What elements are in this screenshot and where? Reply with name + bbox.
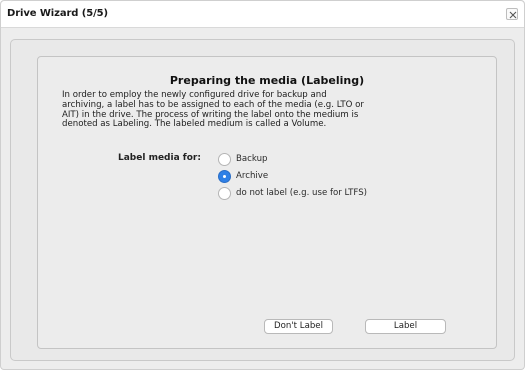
radio-archive[interactable] <box>218 170 231 183</box>
close-button[interactable] <box>506 8 518 20</box>
close-icon <box>509 11 517 19</box>
drive-wizard-window: Drive Wizard (5/5) Preparing the media (… <box>0 0 525 370</box>
radio-do-not-label-label[interactable]: do not label (e.g. use for LTFS) <box>236 188 367 198</box>
label-button[interactable]: Label <box>365 319 446 334</box>
radio-backup[interactable] <box>218 153 231 166</box>
description-text: In order to employ the newly configured … <box>62 90 364 130</box>
radio-archive-label[interactable]: Archive <box>236 171 268 181</box>
radio-do-not-label[interactable] <box>218 187 231 200</box>
title-bar: Drive Wizard (5/5) <box>1 1 524 28</box>
dont-label-button[interactable]: Don't Label <box>264 319 333 334</box>
window-title: Drive Wizard (5/5) <box>7 8 108 19</box>
label-media-for-label: Label media for: <box>118 153 201 163</box>
wizard-content-panel: Preparing the media (Labeling) In order … <box>37 56 497 349</box>
page-heading: Preparing the media (Labeling) <box>169 74 365 87</box>
radio-backup-label[interactable]: Backup <box>236 154 268 164</box>
